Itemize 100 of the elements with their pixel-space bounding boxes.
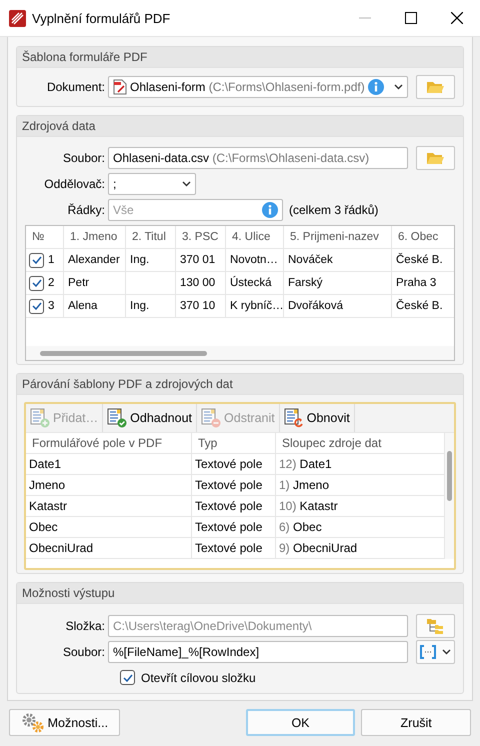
checkbox-label: Otevřít cílovou složku [141,670,256,684]
toolbar-button[interactable]: Obnovit [280,404,355,432]
table-cell: Nováček [288,254,333,266]
checkmark-icon [32,279,42,287]
table-cell: Ústecká [230,277,272,289]
table-cell: 370 10 [180,300,216,312]
table-cell: K rybníč… [230,300,284,312]
minimize-icon [359,17,371,19]
table-cell: Alexander [68,254,120,266]
group-title: Párování šablony PDF a zdrojových dat [17,374,463,395]
list-add-icon [30,408,50,428]
list-check-icon [107,408,128,428]
table-cell: Ing. [130,300,150,312]
table-cell: Novotn… [230,254,278,266]
folder-tree-icon [426,618,444,634]
delimiter-dropdown[interactable]: ; [108,173,196,195]
column-header[interactable]: 4. Ulice [226,226,284,248]
table-cell: Alena [68,300,98,312]
row-checkbox[interactable] [29,252,44,268]
folder-icon [426,80,444,94]
table-cell: Jmeno [29,478,66,492]
table-cell: Textové pole [195,457,262,471]
app-logo-icon [9,10,26,26]
table-cell: 130 00 [180,277,216,289]
gears-icon [20,712,45,732]
table-cell: Ing. [130,254,150,266]
folder-icon [426,151,444,165]
caret-icon [182,181,191,187]
options-button[interactable]: Možnosti... [9,709,120,736]
table-cell: České B. [396,300,443,312]
table-cell: 9) ObecniUrad [279,541,358,555]
macro-button[interactable] [416,640,455,664]
brackets-icon [420,645,436,659]
column-header[interactable]: 2. Titul [126,226,176,248]
column-header[interactable]: 3. PSC [176,226,226,248]
checkmark-icon [32,256,42,264]
table-cell: Petr [68,277,90,289]
table-cell: České B. [396,254,443,266]
table-cell: Obec [29,520,58,534]
group-title: Možnosti výstupu [17,583,463,604]
column-header[interactable]: 1. Jmeno [64,226,126,248]
field-label: Dokument: [46,80,105,94]
field-label: Složka: [64,619,105,633]
browse-folder-button[interactable] [416,614,455,638]
checkmark-icon [32,302,42,310]
field-label: Oddělovač: [43,177,105,191]
table-cell: 2 [48,277,54,289]
browse-button[interactable] [416,146,455,170]
table-cell: 1 [48,254,54,266]
field-label: Soubor: [62,645,105,659]
checkmark-icon [122,674,132,682]
column-header[interactable]: Sloupec zdroje dat [276,433,445,454]
info-icon[interactable] [368,79,384,95]
table-cell: 3 [48,300,54,312]
ok-button[interactable]: OK [246,709,356,736]
info-icon[interactable] [262,202,278,218]
column-header[interactable]: 6. Obec [392,226,454,248]
column-header[interactable]: 5. Prijmeni-nazev [284,226,392,248]
table-cell: Textové pole [195,541,262,555]
maximize-icon [405,12,417,24]
toolbar-button[interactable]: Odhadnout [103,404,198,432]
table-cell: Praha 3 [396,277,436,289]
column-header[interactable]: № [26,226,64,248]
table-cell: 10) Katastr [279,499,338,513]
row-checkbox[interactable] [29,276,44,290]
table-cell: Farský [288,277,322,289]
cancel-button[interactable]: Zrušit [361,709,471,736]
source-file-field[interactable]: Ohlaseni-data.csv (C:\Forms\Ohlaseni-data.csv) [108,147,408,169]
table-cell: Textové pole [195,478,262,492]
folder-field[interactable]: C:\Users\terag\OneDrive\Dokumenty\ [108,615,408,637]
column-header[interactable]: Formulářové pole v PDF [26,433,192,454]
caret-icon [442,649,451,655]
row-count-text: (celkem 3 řádků) [289,203,378,217]
window-title: Vyplnění formulářů PDF [32,10,172,26]
table-cell: 1) Jmeno [279,478,330,492]
table-cell: 6) Obec [279,520,322,534]
pdf-file-icon [113,79,127,95]
field-label: Řádky: [66,203,105,217]
table-cell: Katastr [29,499,68,513]
field-label: Soubor: [62,151,105,165]
row-checkbox[interactable] [29,298,44,314]
group-title: Zdrojová data [17,116,463,137]
list-remove-icon [201,408,222,428]
table-cell: Textové pole [195,499,262,513]
browse-button[interactable] [416,75,455,99]
table-cell: 12) Date1 [279,457,332,471]
file-name-field[interactable]: %[FileName]_%[RowIndex] [108,641,408,663]
horizontal-scrollbar[interactable] [26,346,454,360]
table-cell: Textové pole [195,520,262,534]
table-cell: ObecniUrad [29,541,94,555]
close-icon [451,12,463,24]
vertical-scrollbar[interactable] [445,433,454,559]
document-dropdown[interactable]: Ohlaseni-form (C:\Forms\Ohlaseni-form.pdf) [108,76,408,98]
list-refresh-icon [284,408,304,428]
table-cell: Dvořáková [288,300,343,312]
table-cell: 370 01 [180,254,216,266]
group-title: Šablona formuláře PDF [17,47,463,68]
caret-icon [394,84,403,90]
column-header[interactable]: Typ [192,433,276,454]
checkbox[interactable] [120,670,135,685]
